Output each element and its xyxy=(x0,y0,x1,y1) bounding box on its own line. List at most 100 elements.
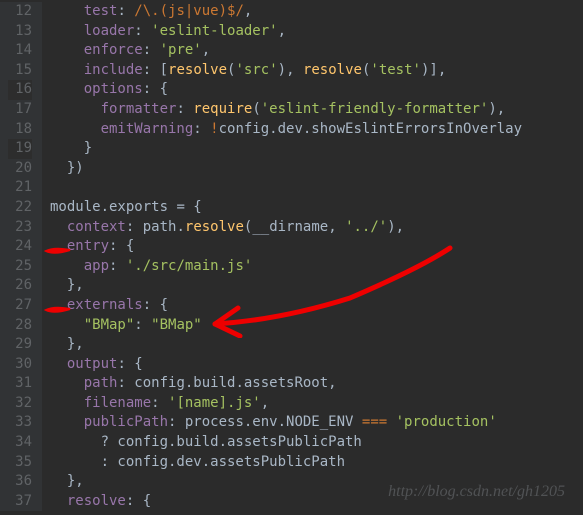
code-token xyxy=(50,238,67,254)
code-token xyxy=(50,3,84,19)
code-token: : config.build.assetsRoot, xyxy=(117,375,336,391)
code-line[interactable]: }, xyxy=(50,276,522,296)
code-token: ), xyxy=(488,101,505,117)
code-token: options xyxy=(84,81,143,97)
code-line[interactable]: context: path.resolve(__dirname, '../'), xyxy=(50,218,522,238)
line-number: 28 xyxy=(8,316,32,336)
code-line[interactable]: ? config.build.assetsPublicPath xyxy=(50,433,522,453)
code-token: "BMap" xyxy=(84,317,135,333)
code-line[interactable]: }, xyxy=(50,472,522,492)
code-token: { xyxy=(193,199,201,215)
code-token: 'test' xyxy=(370,62,421,78)
code-line[interactable]: }) xyxy=(50,159,522,179)
code-token xyxy=(50,81,84,97)
code-token: : { xyxy=(143,81,168,97)
code-line[interactable]: module.exports = { xyxy=(50,198,522,218)
code-token: ! xyxy=(210,121,218,137)
code-token: emitWarning xyxy=(101,121,194,137)
code-line[interactable]: test: /\.(js|vue)$/, xyxy=(50,2,522,22)
code-editor[interactable]: 1213141516171819202122232425262728293031… xyxy=(0,0,583,511)
code-token: path xyxy=(84,375,118,391)
code-line[interactable]: : config.dev.assetsPublicPath xyxy=(50,453,522,473)
code-token: : xyxy=(109,258,126,274)
code-line[interactable]: }, xyxy=(50,335,522,355)
line-number: 31 xyxy=(8,374,32,394)
code-line[interactable]: "BMap": "BMap" xyxy=(50,316,522,336)
code-token xyxy=(50,493,67,509)
code-token: , xyxy=(278,23,286,39)
code-token: , xyxy=(261,395,269,411)
line-number: 12 xyxy=(8,2,32,22)
code-token: resolve xyxy=(185,219,244,235)
code-token: }, xyxy=(50,277,84,293)
code-token: '../' xyxy=(345,219,387,235)
code-token: 'eslint-friendly-formatter' xyxy=(261,101,489,117)
code-token: resolve xyxy=(67,493,126,509)
code-token: : xyxy=(193,121,210,137)
code-line[interactable]: options: { xyxy=(50,80,522,100)
code-token: : path. xyxy=(126,219,185,235)
code-token: externals xyxy=(67,297,143,313)
code-token: require xyxy=(193,101,252,117)
code-line[interactable] xyxy=(50,178,522,198)
code-line[interactable]: output: { xyxy=(50,355,522,375)
code-token xyxy=(50,23,84,39)
line-number: 13 xyxy=(8,22,32,42)
code-line[interactable]: path: config.build.assetsRoot, xyxy=(50,374,522,394)
code-token: , xyxy=(202,42,210,58)
line-number: 22 xyxy=(8,198,32,218)
code-line[interactable]: enforce: 'pre', xyxy=(50,41,522,61)
code-token: publicPath xyxy=(84,414,168,430)
line-number: 18 xyxy=(8,120,32,140)
code-line[interactable]: entry: { xyxy=(50,237,522,257)
line-number: 25 xyxy=(8,257,32,277)
line-number: 19 xyxy=(8,139,32,159)
code-token: "BMap" xyxy=(151,317,202,333)
line-number: 35 xyxy=(8,453,32,473)
code-token: loader xyxy=(84,23,135,39)
code-token: }) xyxy=(50,160,84,176)
code-token xyxy=(50,395,84,411)
code-line[interactable]: emitWarning: !config.dev.showEslintError… xyxy=(50,120,522,140)
code-token: : config.dev.assetsPublicPath xyxy=(50,454,345,470)
code-token: = xyxy=(176,199,193,215)
code-token: : xyxy=(117,3,134,19)
code-token: output xyxy=(67,356,118,372)
code-token: './src/main.js' xyxy=(126,258,252,274)
code-token: : process.env.NODE_ENV xyxy=(168,414,362,430)
code-token: include xyxy=(84,62,143,78)
line-number: 16 xyxy=(8,80,32,100)
code-token: ), xyxy=(278,62,303,78)
code-line[interactable]: filename: '[name].js', xyxy=(50,394,522,414)
code-token: resolve xyxy=(168,62,227,78)
line-number: 36 xyxy=(8,472,32,492)
code-area[interactable]: test: /\.(js|vue)$/, loader: 'eslint-loa… xyxy=(42,2,522,511)
code-line[interactable]: } xyxy=(50,139,522,159)
code-line[interactable]: app: './src/main.js' xyxy=(50,257,522,277)
code-token: context xyxy=(67,219,126,235)
code-token: : xyxy=(134,317,151,333)
code-token: : xyxy=(143,42,160,58)
line-number: 27 xyxy=(8,296,32,316)
line-number: 14 xyxy=(8,41,32,61)
code-token: /\.(js|vue)$/ xyxy=(134,3,244,19)
code-line[interactable]: formatter: require('eslint-friendly-form… xyxy=(50,100,522,120)
code-token: : xyxy=(151,395,168,411)
code-line[interactable]: loader: 'eslint-loader', xyxy=(50,22,522,42)
line-number: 23 xyxy=(8,218,32,238)
code-token: } xyxy=(50,140,92,156)
line-number: 24 xyxy=(8,237,32,257)
code-token: , xyxy=(244,3,252,19)
line-number: 17 xyxy=(8,100,32,120)
code-token xyxy=(50,258,84,274)
code-token: ( xyxy=(252,101,260,117)
line-number: 30 xyxy=(8,355,32,375)
code-token: : { xyxy=(143,297,168,313)
code-token xyxy=(50,42,84,58)
code-line[interactable]: externals: { xyxy=(50,296,522,316)
code-line[interactable]: include: [resolve('src'), resolve('test'… xyxy=(50,61,522,81)
code-token xyxy=(50,317,84,333)
code-line[interactable]: resolve: { xyxy=(50,492,522,512)
code-line[interactable]: publicPath: process.env.NODE_ENV === 'pr… xyxy=(50,413,522,433)
code-token: 'pre' xyxy=(160,42,202,58)
